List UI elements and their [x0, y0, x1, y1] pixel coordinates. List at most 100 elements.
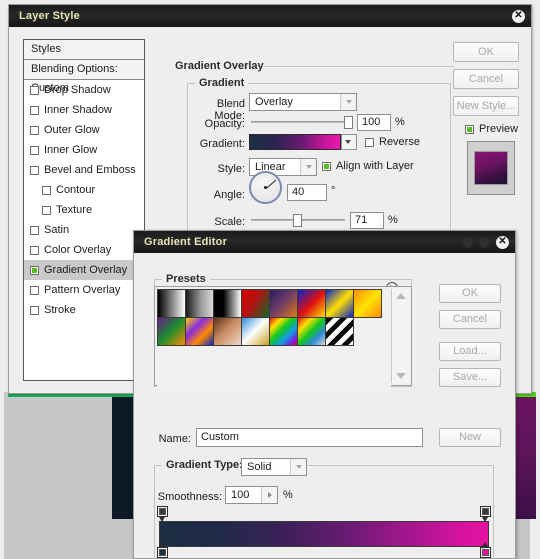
sidebar-item-contour[interactable]: Contour: [24, 180, 144, 200]
sidebar-item-pattern-overlay[interactable]: Pattern Overlay: [24, 280, 144, 300]
preset-black-white[interactable]: [213, 289, 242, 318]
preset-transparent-rainbow[interactable]: [297, 317, 326, 346]
gradient-type-select[interactable]: Solid: [241, 458, 307, 476]
checkbox-align-with-layer[interactable]: [322, 161, 331, 171]
opacity-stop-left-pointer: [159, 517, 165, 522]
checkbox-inner-shadow[interactable]: [30, 105, 39, 115]
scale-slider[interactable]: [251, 213, 345, 227]
checkbox-texture[interactable]: [42, 205, 51, 215]
sidebar-item-texture[interactable]: Texture: [24, 200, 144, 220]
smoothness-input[interactable]: 100: [225, 486, 278, 504]
opacity-input[interactable]: 100: [357, 114, 391, 131]
reverse-label: Reverse: [379, 136, 420, 148]
angle-input[interactable]: 40: [287, 184, 327, 201]
new-gradient-button[interactable]: New: [439, 428, 501, 447]
gradient-picker-dropdown[interactable]: [341, 134, 357, 150]
reverse-checkbox-row[interactable]: Reverse: [365, 136, 420, 148]
checkbox-drop-shadow[interactable]: [30, 85, 39, 95]
sidebar-item-inner-shadow[interactable]: Inner Shadow: [24, 100, 144, 120]
gradient-swatch[interactable]: [249, 134, 341, 150]
preset-violet-orange[interactable]: [269, 289, 298, 318]
cancel-button[interactable]: Cancel: [453, 69, 519, 89]
angle-dial[interactable]: [249, 171, 282, 204]
preset-yellow-violet-orange-blue[interactable]: [185, 317, 214, 346]
smoothness-unit: %: [283, 489, 293, 501]
opacity-stop-left[interactable]: [157, 506, 168, 522]
checkbox-inner-glow[interactable]: [30, 145, 39, 155]
blend-mode-select[interactable]: Overlay: [249, 93, 357, 111]
sidebar-item-outer-glow[interactable]: Outer Glow: [24, 120, 144, 140]
gradient-edit-bar[interactable]: [159, 521, 489, 547]
checkbox-outer-glow[interactable]: [30, 125, 39, 135]
chevron-down-icon[interactable]: [340, 135, 356, 149]
minimize-icon[interactable]: [462, 236, 473, 248]
preset-blue-red-yellow[interactable]: [297, 289, 326, 318]
preset-red-green[interactable]: [241, 289, 270, 318]
sidebar-item-bevel-and-emboss[interactable]: Bevel and Emboss: [24, 160, 144, 180]
sidebar-item-color-overlay[interactable]: Color Overlay: [24, 240, 144, 260]
angle-unit: °: [331, 185, 336, 197]
sidebar-item-stroke[interactable]: Stroke: [24, 300, 144, 320]
close-icon[interactable]: ✕: [496, 235, 509, 249]
gradient-editor-cancel-button[interactable]: Cancel: [439, 310, 501, 329]
preview-checkbox-row[interactable]: Preview: [465, 123, 518, 135]
color-stop-right[interactable]: [480, 542, 491, 558]
preset-chrome[interactable]: [241, 317, 270, 346]
close-icon[interactable]: ✕: [512, 9, 525, 23]
gradient-editor-titlebar[interactable]: Gradient Editor ✕: [134, 231, 515, 253]
preset-foreground-to-background[interactable]: [157, 289, 186, 318]
checkbox-gradient-overlay[interactable]: [30, 265, 39, 275]
sidebar-item-label: Texture: [56, 204, 93, 216]
chevron-down-icon[interactable]: [300, 159, 316, 175]
styles-list-blending-options[interactable]: Blending Options: Custom: [24, 60, 144, 94]
preview-thumbnail-swatch: [474, 151, 508, 185]
opacity-stop-right[interactable]: [480, 506, 491, 522]
color-stop-left[interactable]: [157, 542, 168, 558]
preset-copper[interactable]: [213, 317, 242, 346]
sidebar-item-inner-glow[interactable]: Inner Glow: [24, 140, 144, 160]
opacity-slider-knob[interactable]: [344, 116, 353, 129]
checkbox-contour[interactable]: [42, 185, 51, 195]
presets-list[interactable]: [157, 289, 391, 391]
scroll-up-icon[interactable]: [396, 293, 406, 299]
scroll-down-icon[interactable]: [396, 373, 406, 379]
color-stop-right-chip: [482, 549, 489, 556]
preset-orange-yellow-orange[interactable]: [353, 289, 382, 318]
presets-grid[interactable]: [157, 289, 391, 346]
align-with-layer-row[interactable]: Align with Layer: [322, 160, 414, 172]
sidebar-item-gradient-overlay[interactable]: Gradient Overlay: [24, 260, 144, 280]
checkbox-reverse[interactable]: [365, 137, 374, 147]
styles-list-header[interactable]: Styles: [24, 40, 144, 60]
checkbox-pattern-overlay[interactable]: [30, 285, 39, 295]
maximize-icon[interactable]: [479, 236, 490, 248]
checkbox-bevel-and-emboss[interactable]: [30, 165, 39, 175]
checkbox-preview[interactable]: [465, 124, 474, 134]
scale-input[interactable]: 71: [350, 212, 384, 229]
preset-violet-green-orange[interactable]: [157, 317, 186, 346]
scale-label: Scale:: [214, 216, 245, 228]
checkbox-satin[interactable]: [30, 225, 39, 235]
blend-mode-value: Overlay: [255, 96, 293, 108]
new-style-button[interactable]: New Style...: [453, 96, 519, 116]
save-button[interactable]: Save...: [439, 368, 501, 387]
gradient-name-input[interactable]: Custom: [196, 428, 423, 447]
preset-foreground-to-transparent[interactable]: [185, 289, 214, 318]
gradient-editor-ok-button[interactable]: OK: [439, 284, 501, 303]
checkbox-stroke[interactable]: [30, 305, 39, 315]
chevron-down-icon[interactable]: [290, 459, 306, 475]
preset-blue-yellow-blue[interactable]: [325, 289, 354, 318]
ok-button[interactable]: OK: [453, 42, 519, 62]
scale-slider-knob[interactable]: [293, 214, 302, 227]
layer-style-titlebar[interactable]: Layer Style ✕: [9, 5, 531, 27]
gradient-editor-dialog: Gradient Editor ✕ Presets OK Cancel Load…: [133, 230, 516, 559]
preset-transparent-stripes[interactable]: [325, 317, 354, 346]
load-button[interactable]: Load...: [439, 342, 501, 361]
chevron-down-icon[interactable]: [340, 94, 356, 110]
sidebar-item-label: Color Overlay: [44, 244, 112, 256]
sidebar-item-satin[interactable]: Satin: [24, 220, 144, 240]
smoothness-stepper-icon[interactable]: [261, 487, 277, 503]
opacity-slider[interactable]: [251, 115, 353, 129]
checkbox-color-overlay[interactable]: [30, 245, 39, 255]
presets-scrollbar[interactable]: [391, 289, 409, 383]
preset-spectrum[interactable]: [269, 317, 298, 346]
